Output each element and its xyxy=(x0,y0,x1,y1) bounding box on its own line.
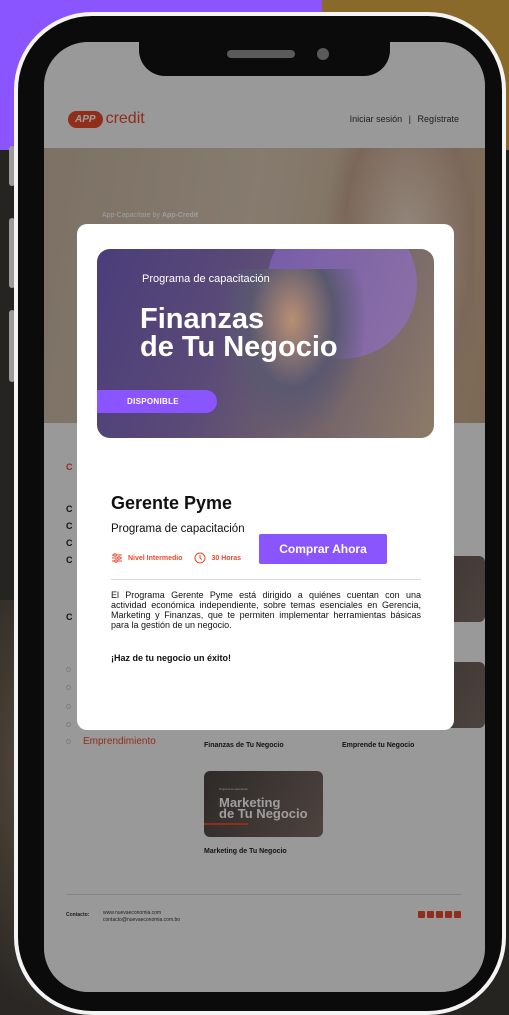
banner-title: Finanzas de Tu Negocio xyxy=(140,303,338,363)
phone-notch xyxy=(139,22,390,76)
course-subtitle: Programa de capacitación xyxy=(111,523,245,535)
phone-screen: APP credit Iniciar sesión | Regístrate A… xyxy=(44,42,485,992)
course-tagline: ¡Haz de tu negocio un éxito! xyxy=(111,653,232,663)
banner-title-line-1: Finanzas xyxy=(140,303,265,335)
speaker-grille xyxy=(227,50,295,58)
front-camera xyxy=(317,48,329,60)
course-title: Gerente Pyme xyxy=(111,493,233,513)
banner-title-line-2: de Tu Negocio xyxy=(140,331,338,363)
banner-subtitle: Programa de capacitación xyxy=(142,273,270,285)
buy-now-button[interactable]: Comprar Ahora xyxy=(259,534,387,564)
course-level: Nivel Intermedio xyxy=(128,554,183,562)
course-description: El Programa Gerente Pyme está dirigido a… xyxy=(111,590,421,630)
course-duration: 30 Horas xyxy=(211,554,242,562)
course-banner: Programa de capacitación Finanzas de Tu … xyxy=(97,249,434,438)
status-badge: DISPONIBLE xyxy=(97,390,217,413)
modal-divider xyxy=(111,579,421,580)
course-modal: Programa de capacitación Finanzas de Tu … xyxy=(77,224,454,730)
course-meta: Nivel Intermedio 30 Horas xyxy=(111,552,241,564)
clock-icon xyxy=(194,552,206,564)
sliders-icon xyxy=(112,553,122,563)
